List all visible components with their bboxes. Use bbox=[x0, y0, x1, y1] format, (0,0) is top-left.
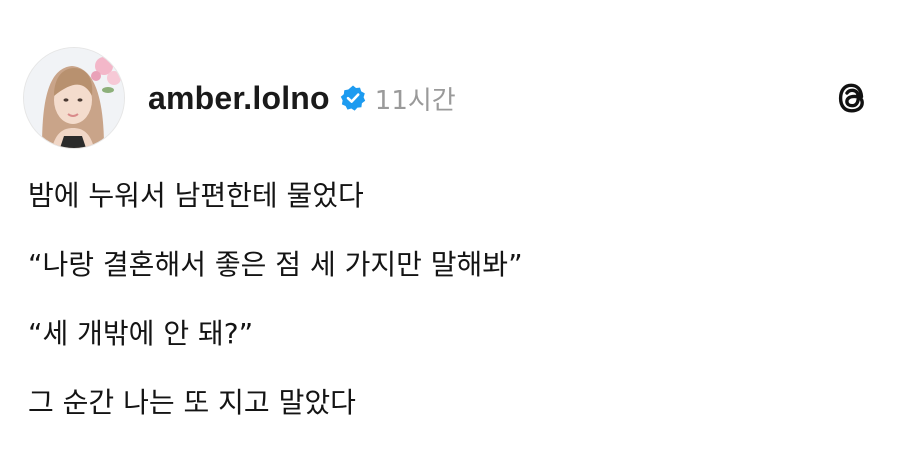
threads-icon[interactable] bbox=[834, 78, 870, 118]
author-row: amber.lolno 11시간 bbox=[148, 76, 456, 120]
post-header: amber.lolno 11시간 bbox=[24, 48, 876, 148]
post-timestamp: 11시간 bbox=[374, 85, 456, 116]
post-text-line: 밤에 누워서 남편한테 물었다 bbox=[28, 179, 364, 212]
verified-badge-icon bbox=[339, 84, 367, 112]
post-body: 밤에 누워서 남편한테 물었다 “나랑 결혼해서 좋은 점 세 가지만 말해봐”… bbox=[28, 176, 868, 452]
avatar[interactable] bbox=[24, 48, 124, 148]
username[interactable]: amber.lolno bbox=[148, 80, 330, 117]
post-text-line: “세 개밖에 안 돼?” bbox=[28, 317, 254, 350]
post-text-line: “나랑 결혼해서 좋은 점 세 가지만 말해봐” bbox=[28, 248, 523, 281]
avatar-photo bbox=[24, 48, 124, 148]
post-text-line: 그 순간 나는 또 지고 말았다 bbox=[28, 386, 356, 419]
